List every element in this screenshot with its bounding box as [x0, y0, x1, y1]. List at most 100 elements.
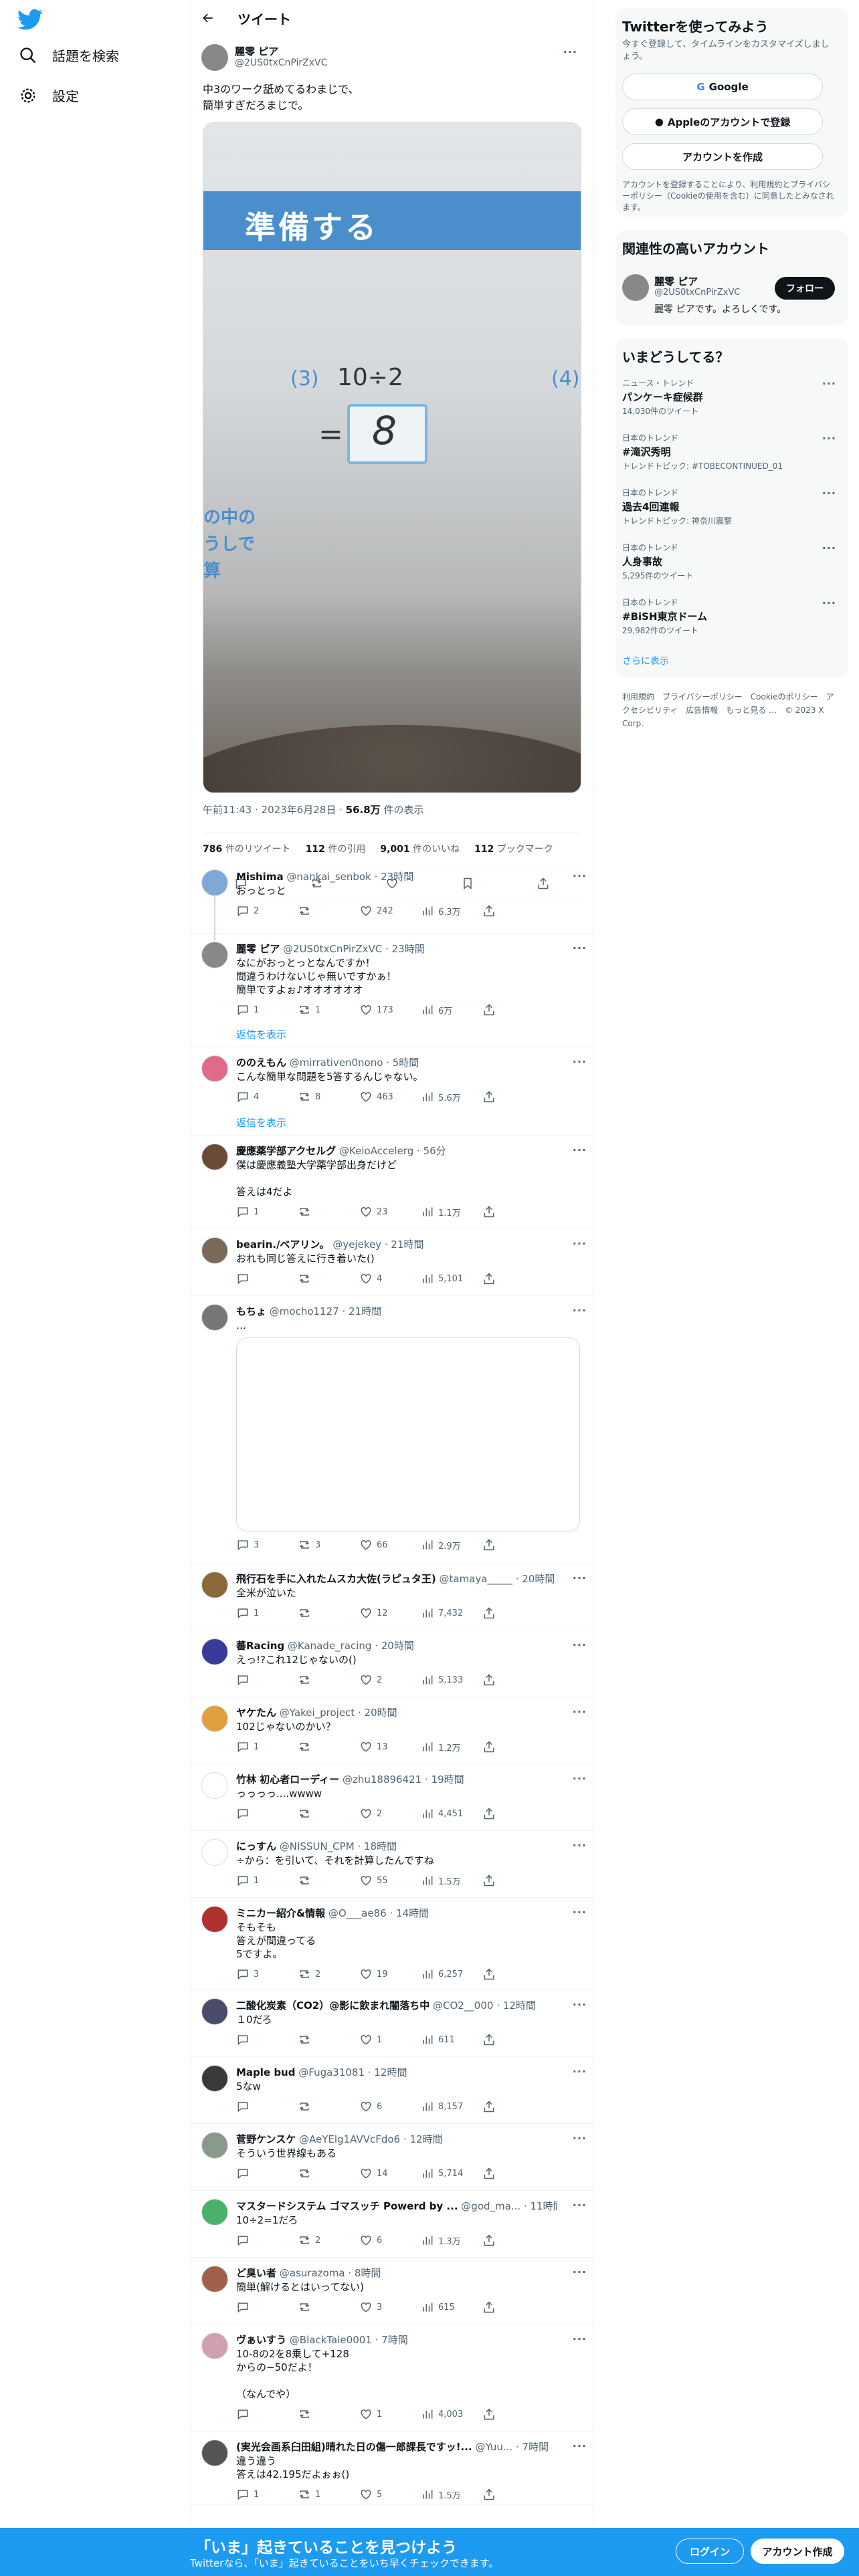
reply-author-name[interactable]: ヤケたん [236, 1707, 276, 1719]
reply-author-handle[interactable]: @yejekey [332, 1239, 381, 1251]
like-action[interactable]: 12 [359, 1606, 413, 1620]
reply-author-name[interactable]: ヴぁいすう [236, 2334, 286, 2346]
reply-author-handle[interactable]: @nankai_senbok [286, 871, 371, 883]
reply-tweet[interactable]: bearin./ベアリン。 @yejekey · 21時間 ··· おれも同じ答えに… [191, 1229, 593, 1296]
retweet-action[interactable] [298, 1272, 351, 1285]
share-action[interactable] [482, 1272, 536, 1285]
retweet-action[interactable] [298, 1205, 351, 1218]
avatar[interactable] [622, 274, 649, 301]
view-action[interactable]: 5,714 [421, 2167, 474, 2180]
author-handle[interactable]: @2US0txCnPirZxVC [235, 58, 327, 68]
share-action[interactable] [482, 1003, 536, 1016]
share-action[interactable] [482, 1606, 536, 1620]
show-replies-link[interactable]: 返信を表示 [236, 1115, 286, 1130]
google-signup-button[interactable]: G Google [622, 74, 823, 100]
reply-author-name[interactable]: 菅野ケンスケ [236, 2133, 296, 2145]
retweet-stat[interactable]: 786 件のリツイート [203, 842, 291, 855]
reply-author-handle[interactable]: @KeioAccelerg [339, 1145, 413, 1157]
reply-author-handle[interactable]: @Kanade_racing [288, 1640, 372, 1652]
retweet-action[interactable]: 3 [298, 1538, 351, 1551]
share-action[interactable] [482, 1874, 536, 1887]
reply-tweet[interactable]: 慶應薬学部アクセルグ @KeioAccelerg · 56分 ··· 僕は慶應義塾大… [191, 1136, 593, 1229]
create-account-button[interactable]: アカウントを作成 [622, 143, 823, 170]
reply-time[interactable]: 23時間 [392, 943, 425, 955]
more-icon[interactable]: ··· [563, 45, 577, 58]
reply-author-name[interactable]: もちょ [236, 1305, 266, 1317]
retweet-action[interactable]: 8 [298, 1090, 351, 1103]
reply-action[interactable]: 1 [236, 1205, 290, 1218]
reply-author-handle[interactable]: @AeYElg1AVVcFdo6 [299, 2133, 400, 2145]
like-action[interactable]: 6 [359, 2100, 413, 2113]
retweet-action[interactable] [298, 1673, 351, 1687]
reply-author-name[interactable]: 麗零 ピア [236, 943, 280, 955]
more-icon[interactable]: ··· [573, 1304, 587, 1317]
reply-action[interactable]: 1 [236, 1740, 290, 1753]
reply-time[interactable]: 12時間 [409, 2133, 442, 2145]
like-action[interactable]: 23 [359, 1205, 413, 1218]
retweet-action[interactable] [298, 2167, 351, 2180]
more-icon[interactable]: ··· [822, 487, 836, 500]
view-action[interactable]: 1.3万 [421, 2234, 474, 2247]
retweet-action[interactable]: 2 [298, 1967, 351, 1981]
more-icon[interactable]: ··· [573, 1237, 587, 1250]
retweet-action[interactable]: 1 [298, 2488, 351, 2501]
twitter-bird-icon[interactable] [17, 7, 43, 32]
reply-action[interactable]: 3 [236, 1967, 290, 1981]
reply-time[interactable]: 8時間 [355, 2267, 381, 2279]
share-action[interactable] [482, 2488, 536, 2501]
reply-tweet[interactable]: ど臭い者 @asurazoma · 8時間 ··· 簡単(解けるとはいってない) 3 6… [191, 2258, 593, 2325]
reply-author-handle[interactable]: @2US0txCnPirZxVC [283, 943, 382, 955]
reply-author-handle[interactable]: @NISSUN_CPM [280, 1840, 355, 1852]
retweet-action[interactable] [298, 1740, 351, 1753]
reply-action[interactable]: 2 [236, 904, 290, 918]
more-icon[interactable]: ··· [573, 2065, 587, 2078]
reply-action[interactable] [236, 2407, 290, 2421]
share-action[interactable] [482, 1538, 536, 1551]
retweet-action[interactable] [298, 2407, 351, 2421]
reply-time[interactable]: 7時間 [522, 2441, 549, 2453]
show-more-link[interactable]: さらに表示 [622, 654, 669, 667]
more-icon[interactable]: ··· [573, 1572, 587, 1584]
more-icon[interactable]: ··· [573, 2333, 587, 2345]
share-action[interactable] [482, 904, 536, 918]
view-action[interactable]: 1.2万 [421, 1740, 474, 1753]
reply-author-name[interactable]: Maple bud [236, 2066, 295, 2078]
reply-tweet[interactable]: Maple bud @Fuga31081 · 12時間 ··· 5なw 6 8,157 [191, 2057, 593, 2124]
reply-tweet[interactable]: ヴぁいすう @BlackTale0001 · 7時間 ··· 10-8の2を8乗して… [191, 2325, 593, 2432]
footer-links[interactable]: 利用規約 プライバシーポリシー Cookieのポリシー アクセシビリティ 広告情… [622, 690, 836, 730]
reply-action[interactable] [236, 1807, 290, 1820]
share-action[interactable] [482, 2167, 536, 2180]
reply-author-handle[interactable]: @mocho1127 [270, 1305, 339, 1317]
reply-action[interactable]: 1 [236, 1874, 290, 1887]
trend-item[interactable]: 日本のトレンド #BiSH東京ドーム 29,982件のツイート ··· [622, 597, 836, 636]
more-icon[interactable]: ··· [822, 542, 836, 554]
related-name[interactable]: 麗零 ピア [654, 274, 698, 288]
reply-tweet[interactable]: 飛行石を手に入れたムスカ大佐(ラピュタ王) @tamaya_____ · 20時… [191, 1564, 593, 1630]
share-action[interactable] [482, 1205, 536, 1218]
like-action[interactable]: 19 [359, 1967, 413, 1981]
like-action[interactable]: 2 [359, 1807, 413, 1820]
reply-author-name[interactable]: 飛行石を手に入れたムスカ大佐(ラピュタ王) [236, 1573, 436, 1585]
like-action[interactable]: 14 [359, 2167, 413, 2180]
reply-author-handle[interactable]: @god_ma... [461, 2200, 520, 2212]
like-action[interactable]: 4 [359, 1272, 413, 1285]
reply-time[interactable]: 21時間 [391, 1239, 423, 1251]
trend-item[interactable]: 日本のトレンド #滝沢秀明 トレンドトピック: #TOBECONTINUED_01 ·… [622, 432, 836, 471]
like-action[interactable]: 242 [359, 904, 413, 918]
more-icon[interactable]: ··· [822, 377, 836, 390]
more-icon[interactable]: ··· [573, 942, 587, 954]
avatar[interactable] [201, 1144, 228, 1170]
more-icon[interactable]: ··· [573, 2440, 587, 2452]
more-icon[interactable]: ··· [822, 432, 836, 445]
reply-tweet[interactable]: ミニカー紹介&情報 @O___ae86 · 14時間 ··· そもそも 答えが間違っ… [191, 1898, 593, 1990]
reply-action[interactable] [236, 2033, 290, 2046]
reply-time[interactable]: 18時間 [364, 1840, 397, 1852]
avatar[interactable] [201, 1772, 228, 1799]
avatar[interactable] [201, 1998, 228, 2025]
follow-button[interactable]: フォロー [775, 277, 835, 300]
avatar[interactable] [201, 1705, 228, 1732]
like-action[interactable]: 3 [359, 2300, 413, 2314]
reply-tweet[interactable]: (実光会画系臼田組)晴れた日の傷一郎課長ですッ!... @Yuu... · 7時… [191, 2432, 593, 2505]
related-handle[interactable]: @2US0txCnPirZxVC [654, 288, 741, 298]
reply-time[interactable]: 12時間 [374, 2066, 407, 2078]
